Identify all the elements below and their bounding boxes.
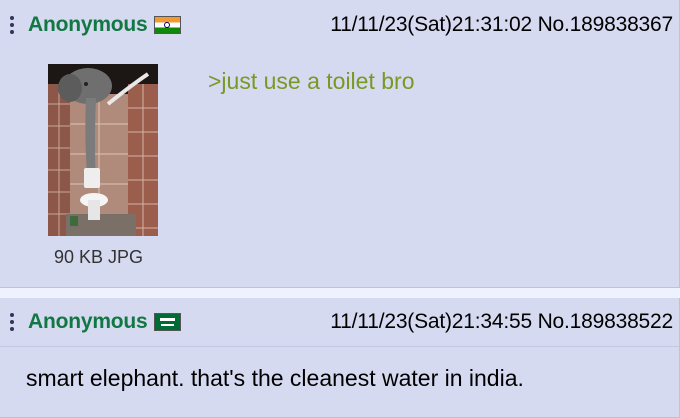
greentext-quote: >just use a toilet bro: [208, 68, 415, 94]
post-datetime: 11/11/23(Sat)21:34:55: [330, 310, 532, 333]
post-header: Anonymous 11/11/23(Sat)21:31:02 No.18983…: [0, 0, 679, 50]
thumbnail-image[interactable]: [48, 64, 158, 236]
post-datetime: 11/11/23(Sat)21:31:02: [330, 13, 532, 36]
kebab-menu-icon[interactable]: [10, 313, 14, 331]
post-meta: 11/11/23(Sat)21:34:55 No.189838522: [330, 310, 673, 334]
post-number[interactable]: No.189838367: [538, 13, 674, 36]
post-meta: 11/11/23(Sat)21:31:02 No.189838367: [330, 13, 673, 37]
kebab-menu-icon[interactable]: [10, 16, 14, 34]
file-info: 90 KB JPG: [54, 247, 144, 267]
saudi-arabia-flag-icon: [153, 313, 181, 331]
post-number[interactable]: No.189838522: [538, 310, 674, 333]
poster-name[interactable]: Anonymous: [28, 13, 148, 37]
header-divider: [0, 346, 679, 347]
reply-post-1: Anonymous 11/11/23(Sat)21:31:02 No.18983…: [0, 0, 680, 288]
reply-post-2: Anonymous 11/11/23(Sat)21:34:55 No.18983…: [0, 298, 680, 418]
post-message: smart elephant. that's the cleanest wate…: [26, 365, 524, 391]
india-flag-icon: [153, 16, 181, 34]
post-header: Anonymous 11/11/23(Sat)21:34:55 No.18983…: [0, 298, 679, 346]
poster-name[interactable]: Anonymous: [28, 310, 148, 334]
